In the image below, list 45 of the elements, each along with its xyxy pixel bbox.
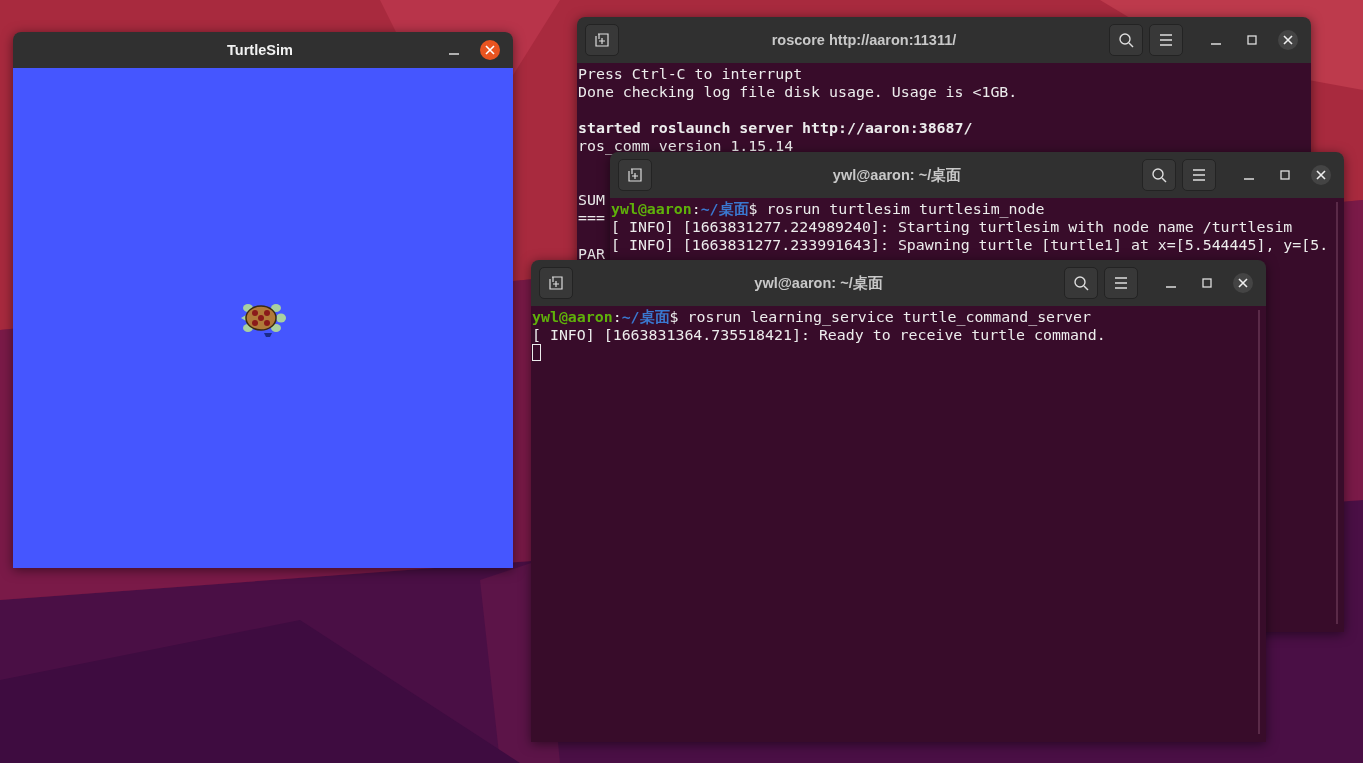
output-line: [ INFO] [1663831277.224989240]: Starting turtlesim with node name /turtlesim [611, 218, 1293, 236]
search-button[interactable] [1064, 267, 1098, 299]
output-line: === [578, 209, 605, 227]
command-line: ywl@aaron:~/桌面$ rosrun learning_service turtle_command_server [532, 308, 1091, 326]
close-icon [1238, 278, 1248, 288]
output-line: SUM [578, 191, 605, 209]
new-tab-button[interactable] [585, 24, 619, 56]
search-icon [1073, 275, 1089, 291]
maximize-icon [1247, 35, 1257, 45]
close-icon [1316, 170, 1326, 180]
search-icon [1151, 167, 1167, 183]
output-line: [ INFO] [1663831277.233991643]: Spawning turtle [turtle1] at x=[5.544445], y=[5. [611, 236, 1329, 254]
new-tab-icon [595, 33, 609, 47]
search-button[interactable] [1142, 159, 1176, 191]
menu-icon [1192, 169, 1206, 181]
menu-button[interactable] [1104, 267, 1138, 299]
minimize-icon [449, 53, 459, 55]
new-tab-icon [628, 168, 642, 182]
new-tab-icon [549, 276, 563, 290]
new-tab-button[interactable] [618, 159, 652, 191]
search-button[interactable] [1109, 24, 1143, 56]
output-line: Done checking log file disk usage. Usage is <1GB. [578, 83, 1018, 101]
minimize-icon [1244, 178, 1254, 180]
maximize-icon [1202, 278, 1212, 288]
menu-icon [1159, 34, 1173, 46]
close-icon [1283, 35, 1293, 45]
minimize-icon [1166, 286, 1176, 288]
window-title: roscore http://aaron:11311/ [770, 32, 958, 48]
output-line: PAR [578, 245, 605, 263]
window-title: ywl@aaron: ~/桌面 [753, 273, 884, 293]
command-line: ywl@aaron:~/桌面$ rosrun turtlesim turtlesim_node [611, 200, 1045, 218]
window-title: ywl@aaron: ~/桌面 [831, 165, 963, 185]
output-line: [ INFO] [1663831364.735518421]: Ready to receive turtle command. [532, 326, 1106, 344]
menu-button[interactable] [1182, 159, 1216, 191]
search-icon [1118, 32, 1134, 48]
new-tab-button[interactable] [539, 267, 573, 299]
output-line: ros_comm version 1.15.14 [578, 137, 794, 155]
close-icon [485, 45, 495, 55]
menu-icon [1114, 277, 1128, 289]
window-title: TurtleSim [226, 42, 294, 58]
menu-button[interactable] [1149, 24, 1183, 56]
output-line: started roslaunch server http://aaron:38687/ [578, 119, 973, 137]
output-line: Press Ctrl-C to interrupt [578, 65, 803, 83]
minimize-icon [1211, 43, 1221, 45]
maximize-icon [1280, 170, 1290, 180]
